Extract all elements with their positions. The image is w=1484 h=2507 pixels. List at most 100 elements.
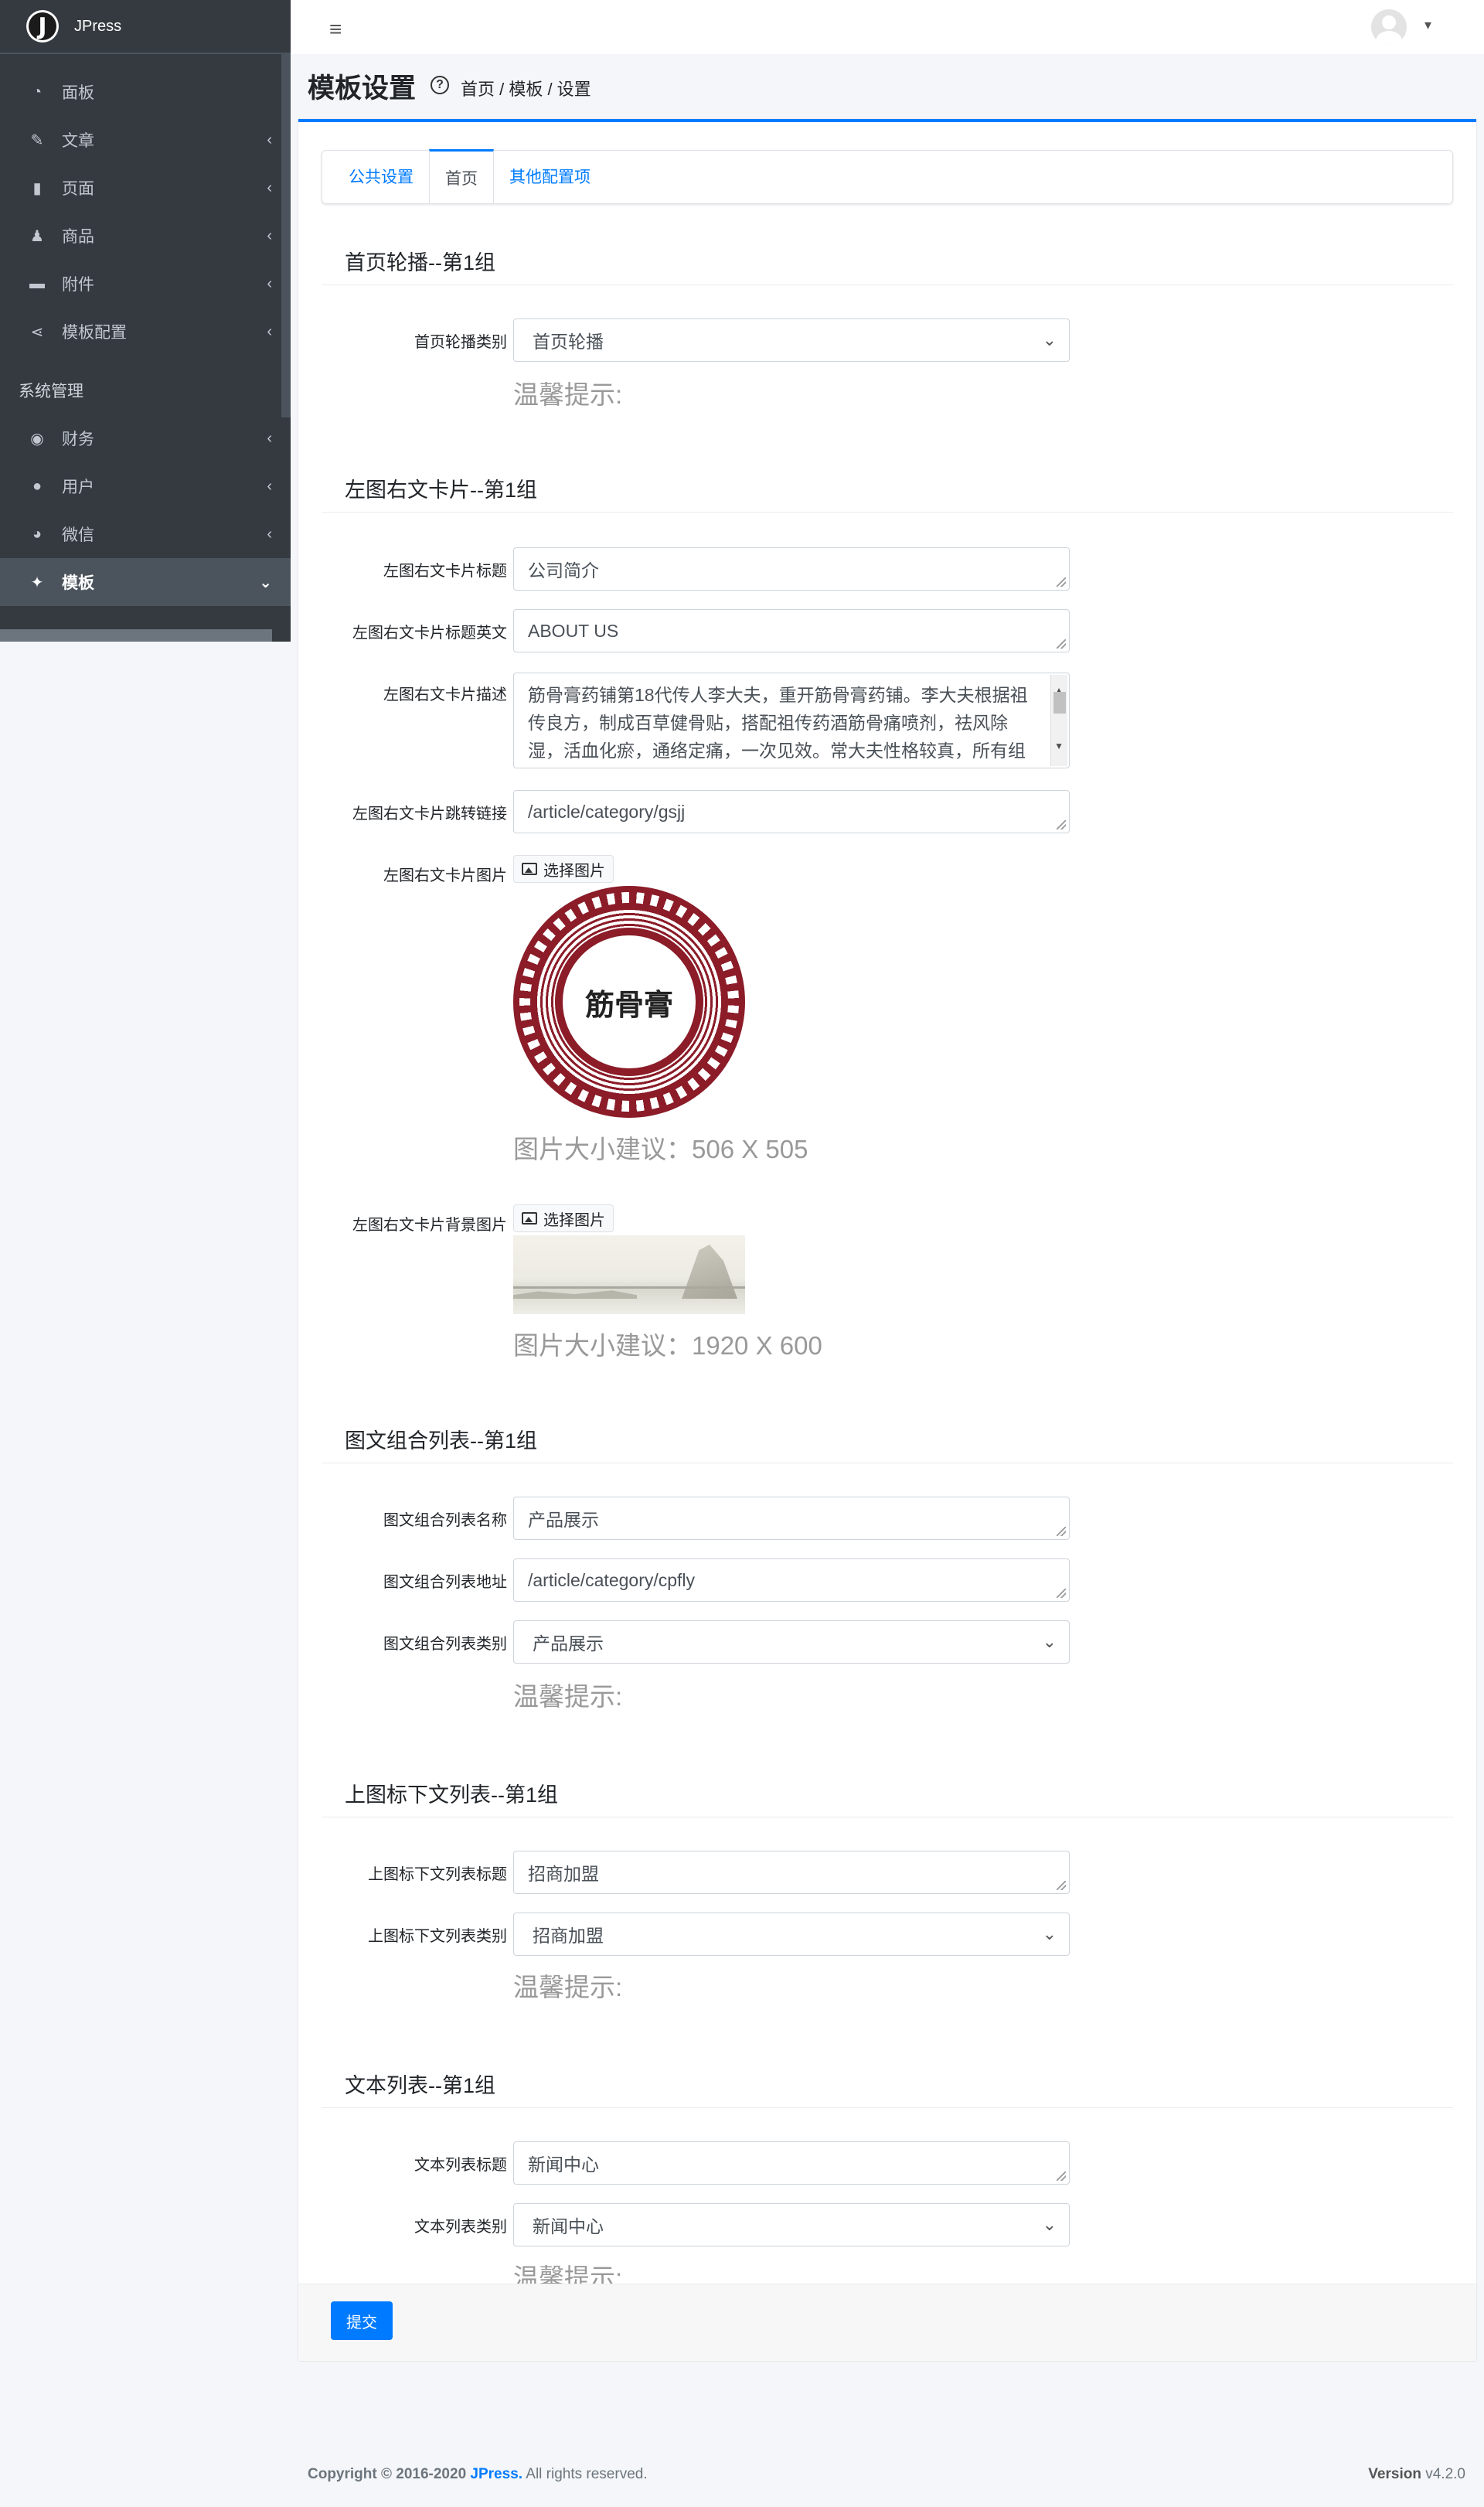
sidebar-item-dashboard[interactable]: ◔ 面板 bbox=[0, 68, 291, 116]
user-icon: ● bbox=[32, 477, 43, 495]
sidebar-item-wechat[interactable]: ◕ 微信 ‹ bbox=[0, 510, 291, 558]
card-description-textarea[interactable]: 筋骨膏药铺第18代传人李大夫，重开筋骨膏药铺。李大夫根据祖传良方，制成百草健骨贴… bbox=[513, 673, 1070, 768]
divider bbox=[322, 2107, 1453, 2108]
field-label: 图文组合列表地址 bbox=[383, 1574, 507, 1591]
divider bbox=[322, 512, 1453, 513]
resize-handle-icon[interactable] bbox=[1057, 2171, 1066, 2181]
sidebar-item-label: 附件 bbox=[62, 276, 94, 294]
field-label: 上图标下文列表标题 bbox=[368, 1866, 507, 1883]
resize-handle-icon[interactable] bbox=[1057, 820, 1066, 829]
card-title-en-input[interactable]: ABOUT US bbox=[513, 609, 1070, 652]
dashboard-icon: ◔ bbox=[32, 83, 43, 100]
brand-logo: J bbox=[26, 10, 59, 43]
field-label: 文本列表类别 bbox=[414, 2219, 507, 2236]
help-icon[interactable]: ? bbox=[431, 76, 449, 94]
chevron-down-icon: ⌄ bbox=[259, 574, 272, 591]
chevron-down-icon: ⌄ bbox=[1042, 1924, 1057, 1943]
text-list-category-select[interactable]: 新闻中心 ⌄ bbox=[513, 2203, 1070, 2246]
choose-bg-image-button[interactable]: 选择图片 bbox=[513, 1204, 614, 1232]
chevron-left-icon: ‹ bbox=[267, 274, 272, 292]
sidebar-item-finance[interactable]: ◉ 财务 ‹ bbox=[0, 414, 291, 462]
sidebar-item-template-config[interactable]: ⋖ 模板配置 ‹ bbox=[0, 308, 291, 356]
section-title: 文本列表--第1组 bbox=[345, 2074, 495, 2097]
sidebar-item-pages[interactable]: ▮ 页面 ‹ bbox=[0, 164, 291, 212]
tab-common-settings[interactable]: 公共设置 bbox=[333, 149, 429, 203]
sidebar-item-template[interactable]: ✦ 模板 ⌄ bbox=[0, 558, 291, 606]
resize-handle-icon[interactable] bbox=[1057, 1527, 1066, 1536]
top-navbar: ≡ ▾ bbox=[291, 0, 1484, 54]
text-list-title-input[interactable]: 新闻中心 bbox=[513, 2141, 1070, 2185]
scroll-thumb[interactable] bbox=[1053, 692, 1066, 714]
chevron-down-icon: ⌄ bbox=[1042, 1632, 1057, 1651]
edit-icon: ✎ bbox=[30, 131, 44, 149]
sidebar-item-label: 模板 bbox=[62, 574, 94, 592]
menu-toggle-icon[interactable]: ≡ bbox=[329, 17, 342, 42]
chevron-left-icon: ‹ bbox=[267, 179, 272, 196]
sidebar-item-attachments[interactable]: ▬ 附件 ‹ bbox=[0, 260, 291, 308]
sidebar-nav: ◔ 面板 ✎ 文章 ‹ ▮ 页面 ‹ ♟ 商品 ‹ ▬ 附件 ‹ ⋖ 模板配置 … bbox=[0, 54, 291, 606]
scroll-down-icon[interactable]: ▼ bbox=[1054, 732, 1064, 760]
tab-bar: 公共设置 首页 其他配置项 bbox=[322, 149, 1453, 204]
resize-handle-icon[interactable] bbox=[1057, 639, 1066, 649]
sidebar-item-users[interactable]: ● 用户 ‹ bbox=[0, 462, 291, 510]
tab-home[interactable]: 首页 bbox=[429, 149, 494, 203]
sidebar-item-label: 商品 bbox=[62, 228, 94, 246]
sidebar-item-products[interactable]: ♟ 商品 ‹ bbox=[0, 212, 291, 260]
section-title: 上图标下文列表--第1组 bbox=[345, 1783, 558, 1807]
tab-other-config[interactable]: 其他配置项 bbox=[494, 149, 606, 203]
sidebar-scrollbar[interactable] bbox=[281, 54, 291, 417]
field-label: 文本列表标题 bbox=[414, 2157, 507, 2174]
field-label: 左图右文卡片标题英文 bbox=[352, 625, 507, 642]
version-value: v4.2.0 bbox=[1425, 2466, 1465, 2482]
sidebar-item-label: 财务 bbox=[62, 431, 94, 448]
resize-handle-icon[interactable] bbox=[1057, 1589, 1066, 1598]
field-label: 首页轮播类别 bbox=[414, 334, 507, 351]
list-category-select[interactable]: 产品展示 ⌄ bbox=[513, 1620, 1070, 1664]
jpress-link[interactable]: JPress. bbox=[470, 2466, 522, 2482]
copyright: Copyright © 2016-2020 JPress. All rights… bbox=[308, 2466, 648, 2483]
user-avatar[interactable] bbox=[1371, 9, 1407, 45]
chevron-down-icon: ⌄ bbox=[1042, 2215, 1057, 2234]
button-label: 选择图片 bbox=[543, 862, 605, 880]
list-name-input[interactable]: 产品展示 bbox=[513, 1497, 1070, 1540]
magic-icon: ✦ bbox=[30, 574, 44, 591]
icon-list-category-select[interactable]: 招商加盟 ⌄ bbox=[513, 1913, 1070, 1956]
sidebar-item-label: 页面 bbox=[62, 180, 94, 198]
image-icon bbox=[522, 863, 537, 875]
input-value: 招商加盟 bbox=[528, 1864, 599, 1884]
chevron-left-icon: ‹ bbox=[267, 227, 272, 244]
image-size-hint: 图片大小建议：506 X 505 bbox=[513, 1135, 808, 1163]
breadcrumb: 首页 / 模板 / 设置 bbox=[461, 80, 591, 99]
seal-text: 筋骨膏 bbox=[563, 935, 696, 1068]
card-link-input[interactable]: /article/category/gsjj bbox=[513, 790, 1070, 833]
caret-down-icon[interactable]: ▾ bbox=[1424, 17, 1431, 33]
input-value: 公司简介 bbox=[528, 560, 599, 581]
sidebar-item-articles[interactable]: ✎ 文章 ‹ bbox=[0, 116, 291, 164]
sidebar-item-label: 文章 bbox=[62, 132, 94, 150]
field-label: 图文组合列表类别 bbox=[383, 1636, 507, 1653]
submit-button[interactable]: 提交 bbox=[331, 2301, 393, 2340]
list-url-input[interactable]: /article/category/cpfly bbox=[513, 1558, 1070, 1602]
sidebar-horizontal-scrollbar[interactable] bbox=[0, 629, 272, 642]
resize-handle-icon[interactable] bbox=[1057, 1881, 1066, 1890]
field-label: 图文组合列表名称 bbox=[383, 1512, 507, 1529]
textarea-value: 筋骨膏药铺第18代传人李大夫，重开筋骨膏药铺。李大夫根据祖传良方，制成百草健骨贴… bbox=[528, 685, 1028, 761]
wechat-icon: ◕ bbox=[32, 525, 43, 543]
chevron-left-icon: ‹ bbox=[267, 477, 272, 495]
choose-image-button[interactable]: 选择图片 bbox=[513, 855, 614, 883]
file-icon: ▮ bbox=[32, 179, 42, 197]
resize-handle-icon[interactable] bbox=[1057, 577, 1066, 587]
hint-text: 温馨提示: bbox=[513, 380, 623, 409]
brand-name: JPress bbox=[74, 17, 122, 35]
sidebar-item-label: 微信 bbox=[62, 526, 94, 544]
image-size-hint: 图片大小建议：1920 X 600 bbox=[513, 1331, 822, 1360]
field-label: 左图右文卡片图片 bbox=[383, 867, 507, 884]
brand[interactable]: J JPress bbox=[0, 0, 291, 54]
sidebar: J JPress ◔ 面板 ✎ 文章 ‹ ▮ 页面 ‹ ♟ 商品 ‹ ▬ 附件 … bbox=[0, 0, 291, 642]
card-title-input[interactable]: 公司简介 bbox=[513, 547, 1070, 591]
carousel-category-select[interactable]: 首页轮播 ⌄ bbox=[513, 318, 1070, 362]
icon-list-title-input[interactable]: 招商加盟 bbox=[513, 1851, 1070, 1894]
sidebar-header: 系统管理 bbox=[19, 383, 83, 400]
input-value: /article/category/gsjj bbox=[528, 801, 686, 822]
share-icon: ⋖ bbox=[30, 323, 44, 341]
